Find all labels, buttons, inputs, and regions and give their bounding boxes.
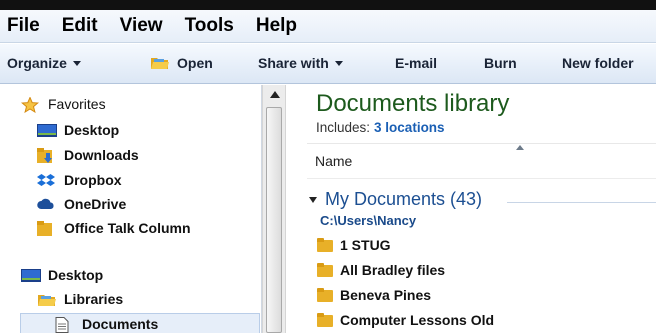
file-name: Computer Lessons Old xyxy=(340,312,495,328)
open-button[interactable]: Open xyxy=(150,55,213,71)
navigation-pane: Favorites Desktop Downloads Dropbox OneD… xyxy=(0,85,262,333)
nav-libraries[interactable]: Libraries xyxy=(37,291,123,307)
list-item[interactable]: Beneva Pines xyxy=(317,287,431,303)
group-divider xyxy=(507,202,656,203)
nav-item-office-talk-column[interactable]: Office Talk Column xyxy=(37,220,191,236)
nav-item-label: Downloads xyxy=(64,147,139,163)
nav-item-label: OneDrive xyxy=(64,196,127,212)
menu-edit[interactable]: Edit xyxy=(62,15,98,37)
group-path: C:\Users\Nancy xyxy=(320,213,417,228)
share-with-label: Share with xyxy=(258,55,329,71)
nav-desktop-label: Desktop xyxy=(48,267,104,283)
nav-scrollbar[interactable] xyxy=(262,85,286,333)
nav-desktop-root[interactable]: Desktop xyxy=(21,267,103,283)
folder-icon xyxy=(317,288,333,302)
dropbox-icon xyxy=(37,173,55,188)
file-name: Beneva Pines xyxy=(340,287,432,303)
chevron-down-icon xyxy=(334,60,343,66)
column-divider xyxy=(307,178,656,179)
open-folder-icon xyxy=(150,55,170,71)
file-name: All Bradley files xyxy=(340,262,446,278)
desktop-icon xyxy=(37,123,57,138)
cloud-icon xyxy=(37,197,55,212)
folder-icon xyxy=(317,263,333,277)
locations-link[interactable]: 3 locations xyxy=(374,120,445,135)
organize-button[interactable]: Organize xyxy=(7,55,81,71)
folder-icon xyxy=(37,220,55,236)
nav-item-desktop[interactable]: Desktop xyxy=(37,122,119,138)
document-icon xyxy=(55,316,73,333)
nav-libraries-label: Libraries xyxy=(64,291,124,307)
open-label: Open xyxy=(177,55,213,71)
column-header-name[interactable]: Name xyxy=(315,153,352,169)
menu-view[interactable]: View xyxy=(120,15,163,37)
nav-item-label: Office Talk Column xyxy=(64,220,191,236)
menu-file[interactable]: File xyxy=(7,15,40,37)
includes-line: Includes: 3 locations xyxy=(316,120,445,135)
list-item[interactable]: Computer Lessons Old xyxy=(317,312,494,328)
share-with-button[interactable]: Share with xyxy=(258,55,343,71)
collapse-arrow-icon[interactable] xyxy=(309,196,317,203)
nav-favorites[interactable]: Favorites xyxy=(20,95,106,113)
scroll-up-arrow-icon[interactable] xyxy=(270,91,280,98)
menu-tools[interactable]: Tools xyxy=(185,15,234,37)
group-header-my-documents[interactable]: My Documents (43) xyxy=(309,189,482,210)
burn-button[interactable]: Burn xyxy=(484,55,517,71)
window-top-edge xyxy=(0,0,656,10)
email-button[interactable]: E-mail xyxy=(395,55,437,71)
chevron-down-icon xyxy=(72,60,81,66)
nav-item-onedrive[interactable]: OneDrive xyxy=(37,196,126,212)
group-title: My Documents (43) xyxy=(325,189,483,209)
new-folder-button[interactable]: New folder xyxy=(562,55,634,71)
content-pane: Documents library Includes: 3 locations N… xyxy=(287,85,656,333)
file-name: 1 STUG xyxy=(340,237,391,253)
downloads-folder-icon xyxy=(37,147,55,163)
nav-item-downloads[interactable]: Downloads xyxy=(37,147,139,163)
sort-ascending-icon xyxy=(516,145,524,150)
includes-label: Includes: xyxy=(316,120,371,135)
list-item[interactable]: 1 STUG xyxy=(317,237,391,253)
star-icon xyxy=(20,95,40,113)
folder-icon xyxy=(317,238,333,252)
menu-help[interactable]: Help xyxy=(256,15,297,37)
nav-favorites-label: Favorites xyxy=(48,96,106,112)
nav-documents[interactable]: Documents xyxy=(55,316,159,333)
email-label: E-mail xyxy=(395,55,438,71)
header-divider xyxy=(307,143,656,144)
scroll-thumb[interactable] xyxy=(266,107,282,333)
nav-documents-label: Documents xyxy=(82,316,159,332)
libraries-icon xyxy=(37,292,56,307)
new-folder-label: New folder xyxy=(562,55,634,71)
burn-label: Burn xyxy=(484,55,517,71)
menu-bar: File Edit View Tools Help xyxy=(0,10,656,43)
nav-item-dropbox[interactable]: Dropbox xyxy=(37,172,122,188)
list-item[interactable]: All Bradley files xyxy=(317,262,445,278)
nav-item-label: Desktop xyxy=(64,122,120,138)
folder-icon xyxy=(317,313,333,327)
desktop-icon xyxy=(21,268,41,283)
nav-item-label: Dropbox xyxy=(64,172,122,188)
library-title: Documents library xyxy=(316,90,510,117)
organize-label: Organize xyxy=(7,55,67,71)
command-bar: Organize Open Share with E-mail Burn New… xyxy=(0,44,656,84)
